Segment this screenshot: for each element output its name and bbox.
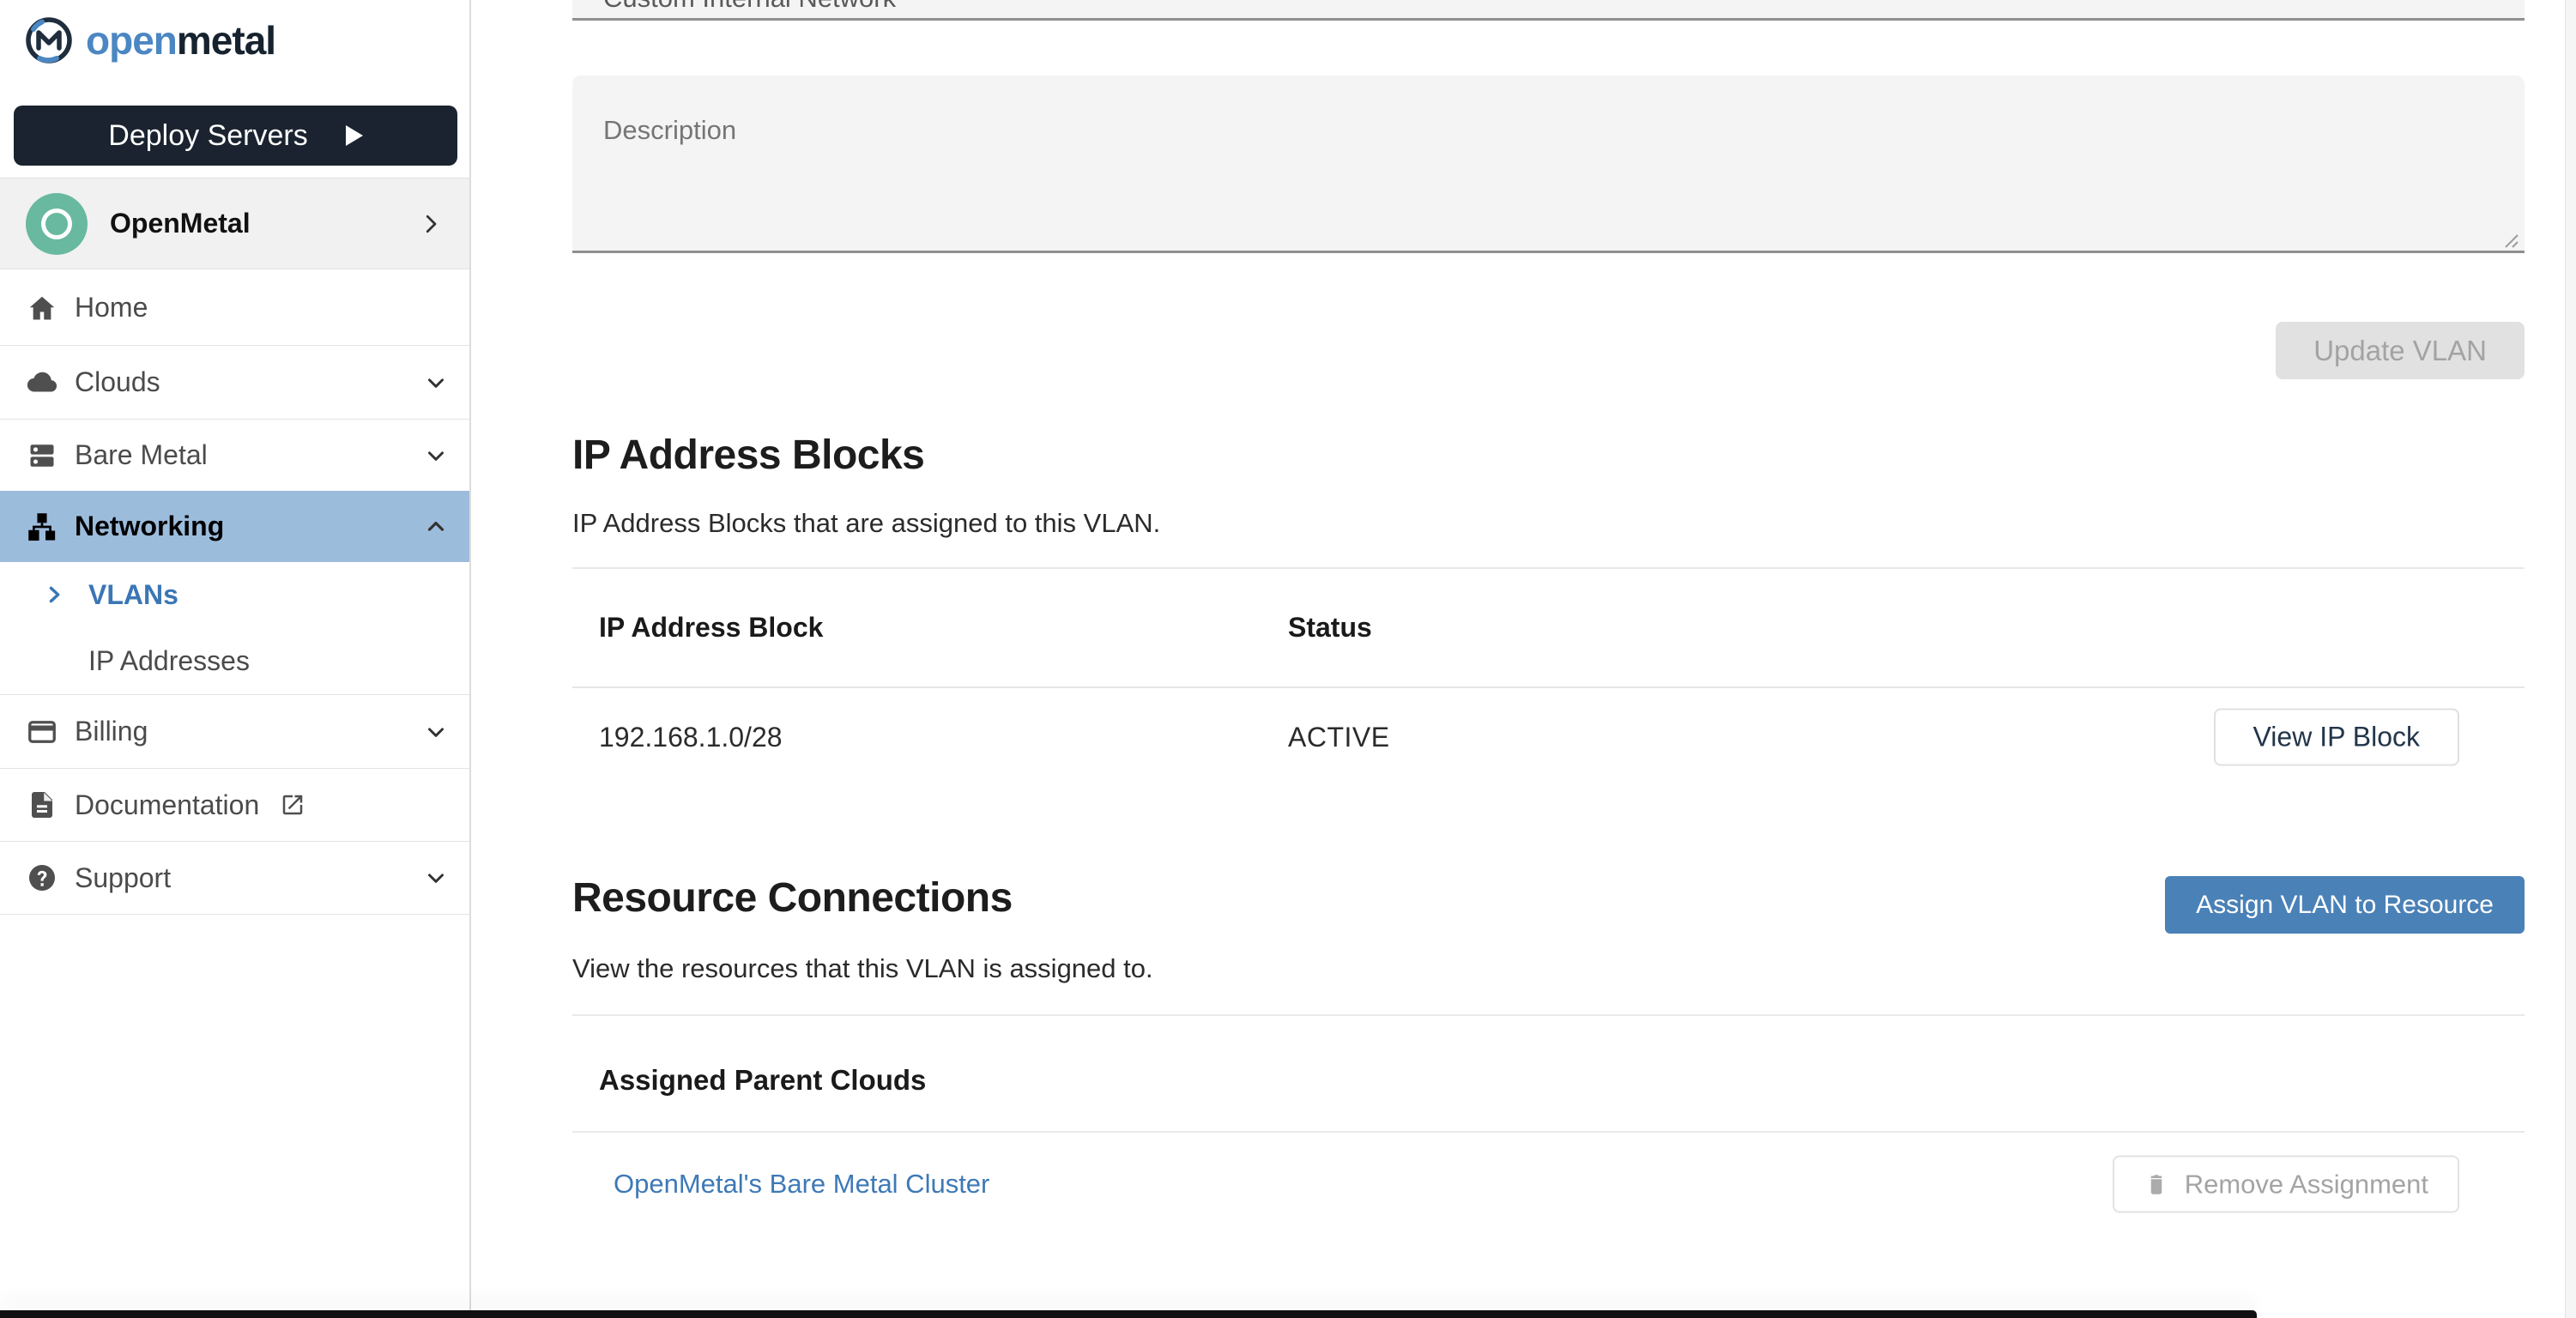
openmetal-logo[interactable]: openmetal (24, 15, 276, 65)
app-window: openmetal Deploy Servers OpenMetal Home … (0, 0, 2576, 1318)
logo-wordmark: openmetal (86, 17, 276, 63)
sidebar-item-support[interactable]: Support (0, 841, 469, 914)
view-ip-block-button[interactable]: View IP Block (2213, 708, 2459, 766)
sidebar: openmetal Deploy Servers OpenMetal Home … (0, 0, 471, 1318)
chevron-down-icon (428, 450, 444, 461)
table-row: 192.168.1.0/28 ACTIVE View IP Block (572, 690, 2525, 784)
status-value: ACTIVE (1288, 721, 1390, 753)
sidebar-item-label: Support (75, 862, 172, 893)
openmetal-logo-icon (26, 17, 72, 63)
chevron-right-icon (49, 586, 60, 603)
sidebar-item-bare-metal[interactable]: Bare Metal (0, 419, 469, 491)
sidebar-item-label: Home (75, 292, 148, 323)
resource-connections-subtitle: View the resources that this VLAN is ass… (572, 953, 1153, 983)
update-vlan-button[interactable]: Update VLAN (2276, 322, 2525, 379)
sidebar-item-home[interactable]: Home (0, 270, 469, 345)
network-name-input[interactable] (572, 0, 2525, 21)
divider (572, 1014, 2525, 1016)
deploy-servers-label: Deploy Servers (108, 118, 308, 152)
document-icon (32, 792, 52, 818)
logo-text-metal: metal (176, 18, 276, 63)
play-icon (345, 125, 363, 146)
account-name: OpenMetal (110, 208, 251, 239)
parent-cloud-link[interactable]: OpenMetal's Bare Metal Cluster (614, 1169, 989, 1200)
remove-assignment-label: Remove Assignment (2184, 1169, 2428, 1199)
resize-handle-icon[interactable] (2495, 225, 2519, 249)
remove-assignment-button[interactable]: Remove Assignment (2112, 1155, 2459, 1213)
ip-blocks-table-header: IP Address Block Status (572, 569, 2525, 688)
home-icon (29, 296, 55, 319)
trash-icon (2150, 1174, 2162, 1194)
chevron-down-icon (428, 727, 444, 737)
chevron-right-icon (426, 215, 437, 233)
background-window-edge (0, 1310, 2257, 1318)
cloud-icon (27, 372, 57, 392)
sidebar-item-vlans[interactable]: VLANs (0, 562, 469, 627)
sidebar-item-label: Documentation (75, 789, 260, 820)
sidebar-item-billing[interactable]: Billing (0, 694, 469, 768)
sidebar-item-label: VLANs (88, 578, 178, 610)
ip-address-blocks-title: IP Address Blocks (572, 432, 925, 478)
ip-address-blocks-subtitle: IP Address Blocks that are assigned to t… (572, 508, 1161, 538)
external-link-icon (282, 795, 303, 815)
sidebar-nav: Home Clouds Bare Metal Networking VLANs … (0, 270, 469, 915)
sidebar-item-documentation[interactable]: Documentation (0, 768, 469, 841)
nav-indent-spacer (42, 649, 66, 673)
sidebar-item-clouds[interactable]: Clouds (0, 345, 469, 419)
sidebar-item-ip-addresses[interactable]: IP Addresses (0, 627, 469, 694)
network-icon (28, 512, 56, 541)
ip-block-value: 192.168.1.0/28 (599, 721, 783, 753)
account-selector[interactable]: OpenMetal (0, 178, 469, 269)
account-avatar (26, 192, 88, 255)
resource-connections-title: Resource Connections (572, 875, 1013, 921)
sidebar-item-label: IP Addresses (88, 644, 250, 676)
logo-text-open: open (86, 18, 178, 63)
main-content: Update VLAN IP Address Blocks IP Address… (473, 0, 2565, 1318)
chevron-up-icon (427, 521, 444, 531)
scrollbar-track[interactable] (2565, 0, 2576, 1318)
column-header-ip-block: IP Address Block (599, 612, 824, 643)
billing-card-icon (28, 720, 56, 743)
sidebar-item-networking[interactable]: Networking (0, 491, 469, 562)
sidebar-item-label: Bare Metal (75, 439, 208, 470)
table-row: OpenMetal's Bare Metal Cluster Remove As… (572, 1133, 2525, 1236)
assigned-parent-clouds-header: Assigned Parent Clouds (599, 1064, 927, 1096)
vlan-detail-page: Update VLAN IP Address Blocks IP Address… (572, 0, 2525, 1318)
sidebar-item-label: Clouds (75, 366, 160, 397)
assign-vlan-to-resource-button[interactable]: Assign VLAN to Resource (2165, 876, 2525, 934)
deploy-servers-button[interactable]: Deploy Servers (14, 106, 457, 166)
description-textarea[interactable] (572, 76, 2525, 253)
chevron-down-icon (428, 874, 444, 883)
sidebar-item-label: Billing (75, 716, 148, 747)
sidebar-item-label: Networking (75, 511, 225, 541)
help-icon (29, 865, 55, 891)
chevron-down-icon (428, 378, 444, 388)
nav-divider (0, 914, 469, 915)
column-header-status: Status (1288, 612, 1372, 643)
server-icon (30, 444, 54, 467)
